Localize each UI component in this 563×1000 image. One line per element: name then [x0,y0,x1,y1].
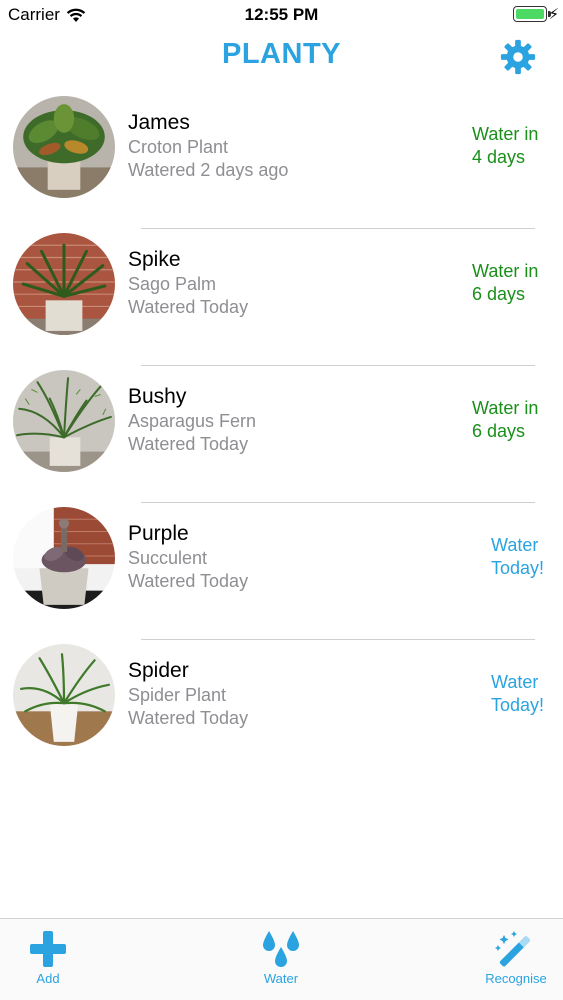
tab-add-label: Add [36,971,60,986]
plant-list: James Croton Plant Watered 2 days ago Wa… [0,92,563,777]
plant-species: Succulent [128,548,208,568]
status-bar: Carrier 12:55 PM ⚡ [0,0,563,30]
watering-status: Water in 4 days [472,123,552,169]
watering-status: Water Today! [491,534,563,580]
watering-status-line2: Today! [491,695,545,715]
watering-status: Water in 6 days [472,260,552,306]
watering-status-line2: Today! [491,558,545,578]
plant-last-watered: Watered Today [128,297,249,317]
gear-icon[interactable] [499,38,537,76]
tab-recognise-label: Recognise [485,971,547,986]
watering-status: Water Today! [491,671,563,717]
plant-last-watered: Watered Today [128,434,249,454]
battery-icon [513,6,551,22]
watering-status-line2: 6 days [472,421,526,441]
plant-species: Sago Palm [128,274,217,294]
tab-add[interactable]: Add [22,929,74,986]
plant-photo [13,507,115,609]
plant-photo [13,644,115,746]
watering-status-line1: Water in [472,261,539,281]
plant-name: Bushy [128,385,187,408]
watering-status: Water in 6 days [472,397,552,443]
tab-recognise[interactable]: Recognise [474,929,558,986]
magic-wand-icon [495,931,531,967]
plant-photo [13,370,115,472]
plant-species: Spider Plant [128,685,227,705]
plant-row[interactable]: Spider Spider Plant Watered Today Water … [0,640,563,777]
plant-row[interactable]: Bushy Asparagus Fern Watered Today Water… [0,366,563,503]
plant-name: Purple [128,522,189,545]
watering-status-line1: Water in [472,124,539,144]
plant-photo [13,96,115,198]
plant-name: Spider [128,659,189,682]
tab-water[interactable]: Water [250,929,312,986]
plant-last-watered: Watered Today [128,708,249,728]
watering-status-line2: 4 days [472,147,526,167]
plant-row[interactable]: Spike Sago Palm Watered Today Water in 6… [0,229,563,366]
plant-last-watered: Watered Today [128,571,249,591]
plant-name: James [128,111,190,134]
nav-bar: PLANTY [0,30,563,84]
watering-status-line2: 6 days [472,284,526,304]
plus-icon [30,931,66,967]
plant-photo [13,233,115,335]
tab-bar: Add Water Recognise [0,918,563,1000]
plant-species: Croton Plant [128,137,229,157]
plant-name: Spike [128,248,181,271]
status-time: 12:55 PM [244,5,319,24]
plant-row[interactable]: James Croton Plant Watered 2 days ago Wa… [0,92,563,229]
tab-water-label: Water [263,971,299,986]
plant-species: Asparagus Fern [128,411,257,431]
watering-status-line1: Water [491,535,539,555]
page-title: PLANTY [222,38,341,70]
watering-status-line1: Water [491,672,539,692]
plant-row[interactable]: Purple Succulent Watered Today Water Tod… [0,503,563,640]
charging-icon: ⚡ [548,6,559,23]
water-drops-icon [263,931,299,967]
plant-last-watered: Watered 2 days ago [128,160,289,180]
watering-status-line1: Water in [472,398,539,418]
